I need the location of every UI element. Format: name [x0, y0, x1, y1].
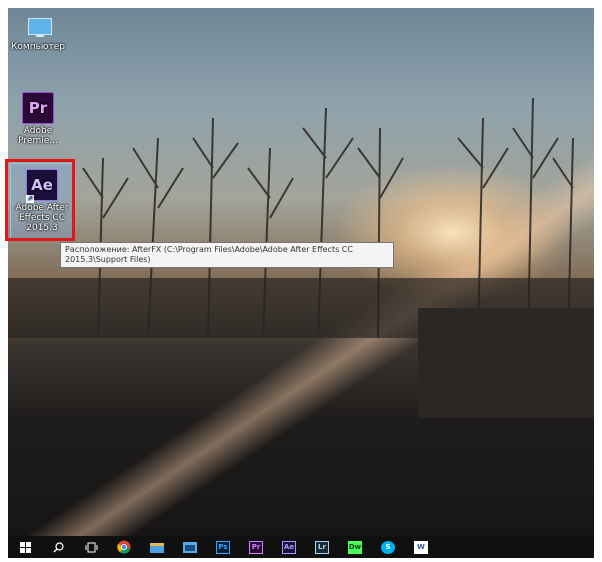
taskbar: Ps Pr Ae Lr Dw S W [8, 536, 594, 558]
dreamweaver-button[interactable]: Dw [344, 536, 366, 558]
desktop-icon-this-pc[interactable]: Компьютер [6, 18, 70, 52]
tooltip: Расположение: AfterFX (C:\Program Files\… [60, 242, 394, 268]
premiere-icon: Pr [249, 540, 263, 554]
after-effects-button[interactable]: Ae [278, 536, 300, 558]
start-button[interactable] [14, 536, 36, 558]
app-button[interactable] [179, 536, 201, 558]
desktop-icon-label: Компьютер [11, 42, 65, 52]
skype-button[interactable]: S [377, 536, 399, 558]
after-effects-icon: Ae [282, 540, 296, 554]
task-view-icon [85, 542, 97, 552]
desktop-icon-premiere[interactable]: Pr Adobe Premie... [6, 92, 70, 146]
photoshop-button[interactable]: Ps [212, 536, 234, 558]
house-silhouette [418, 308, 594, 418]
word-icon: W [414, 540, 428, 554]
skype-icon: S [381, 540, 395, 554]
search-icon [53, 541, 64, 552]
folder-icon [150, 542, 164, 553]
red-highlight-box [5, 159, 75, 241]
file-explorer-button[interactable] [146, 536, 168, 558]
chrome-button[interactable] [113, 536, 135, 558]
lightroom-button[interactable]: Lr [311, 536, 333, 558]
chrome-icon [117, 540, 131, 554]
app-window-icon [183, 541, 197, 553]
trees-silhouette [8, 97, 594, 338]
premiere-button[interactable]: Pr [245, 536, 267, 558]
desktop-icon-label: Adobe Premie... [18, 126, 58, 146]
desktop-wallpaper [8, 8, 594, 536]
windows-logo-icon [19, 541, 31, 553]
lightroom-icon: Lr [315, 540, 329, 554]
premiere-icon: Pr [22, 92, 54, 124]
photoshop-icon: Ps [216, 540, 230, 554]
computer-icon [24, 18, 52, 38]
dreamweaver-icon: Dw [348, 540, 362, 554]
task-view-button[interactable] [80, 536, 102, 558]
search-button[interactable] [47, 536, 69, 558]
word-button[interactable]: W [410, 536, 432, 558]
